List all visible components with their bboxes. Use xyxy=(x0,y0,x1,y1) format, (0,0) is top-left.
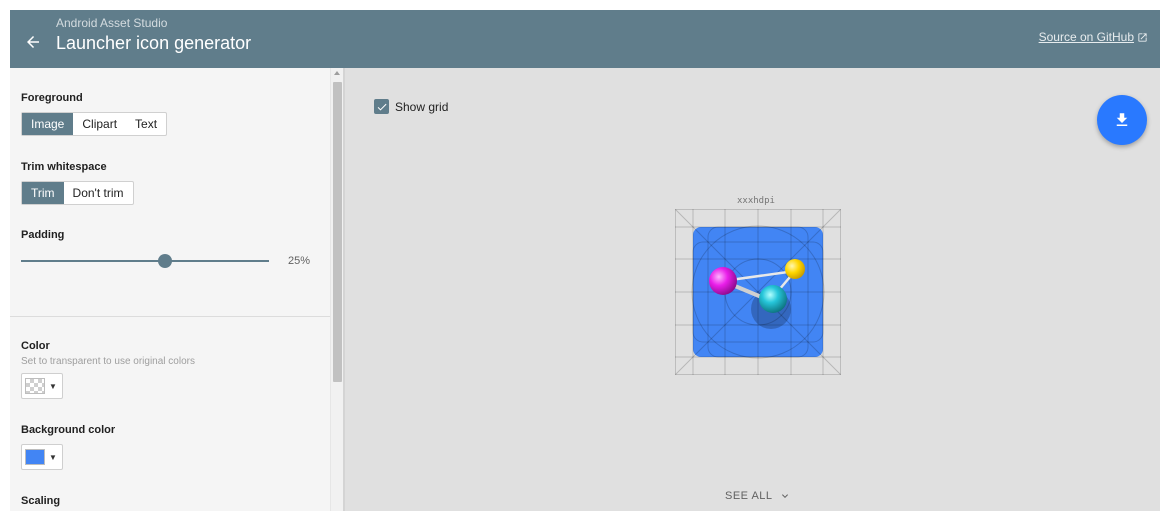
github-link-label[interactable]: Source on GitHub xyxy=(1039,30,1134,44)
github-link[interactable]: Source on GitHub xyxy=(1039,30,1148,44)
keyline-grid xyxy=(675,209,841,375)
see-all-button[interactable]: SEE ALL xyxy=(725,490,791,502)
caret-down-icon: ▼ xyxy=(49,452,57,462)
padding-slider[interactable] xyxy=(21,254,269,268)
chevron-down-icon xyxy=(781,494,788,498)
background-color-swatch xyxy=(25,449,45,465)
external-link-icon xyxy=(1138,32,1147,42)
foreground-label: Foreground xyxy=(21,92,83,104)
scroll-up-arrow-icon[interactable] xyxy=(334,71,340,75)
trim-label: Trim whitespace xyxy=(21,161,107,173)
background-color-label: Background color xyxy=(21,424,116,436)
color-label: Color xyxy=(21,340,50,352)
padding-slider-track xyxy=(21,260,269,262)
magenta-sphere xyxy=(709,267,737,295)
trim-option-dont-trim[interactable]: Don't trim xyxy=(64,182,133,204)
show-grid-label: Show grid xyxy=(395,99,449,114)
density-label: xxxhdpi xyxy=(737,196,775,206)
preview-area: Show grid xxxhdpi SEE ALL xyxy=(345,68,1160,511)
foreground-option-clipart[interactable]: Clipart xyxy=(73,113,126,135)
app-header: Android Asset Studio Launcher icon gener… xyxy=(10,10,1160,68)
see-all-label[interactable]: SEE ALL xyxy=(725,490,773,502)
background-color-picker-button[interactable]: ▼ xyxy=(21,444,63,470)
page-title: Launcher icon generator xyxy=(56,33,252,53)
trim-toggle: Trim Don't trim xyxy=(21,181,134,205)
download-button[interactable] xyxy=(1097,95,1147,145)
check-icon xyxy=(377,103,386,110)
show-grid-checkbox[interactable]: Show grid xyxy=(374,99,448,114)
app-window: Android Asset Studio Launcher icon gener… xyxy=(10,10,1160,511)
app-subtitle: Android Asset Studio xyxy=(56,16,168,30)
transparent-swatch xyxy=(25,378,45,394)
padding-slider-thumb[interactable] xyxy=(157,254,172,268)
trim-option-trim[interactable]: Trim xyxy=(22,182,64,204)
padding-value: 25% xyxy=(288,255,311,267)
foreground-option-image[interactable]: Image xyxy=(22,113,74,135)
cyan-sphere xyxy=(759,285,787,313)
sidebar-scrollbar[interactable] xyxy=(330,68,343,511)
options-sidebar: Foreground Image Clipart Text Trim white… xyxy=(10,68,343,511)
color-picker-button[interactable]: ▼ xyxy=(21,373,63,399)
caret-down-icon: ▼ xyxy=(49,381,57,391)
scrollbar-thumb[interactable] xyxy=(333,82,342,382)
padding-label: Padding xyxy=(21,229,65,241)
checkbox-box[interactable] xyxy=(374,99,389,114)
color-help-text: Set to transparent to use original color… xyxy=(21,356,195,367)
section-divider xyxy=(10,316,343,317)
arrow-left-icon[interactable] xyxy=(24,33,42,51)
foreground-source-toggle: Image Clipart Text xyxy=(21,112,168,136)
launcher-icon-preview xyxy=(675,209,841,375)
download-icon xyxy=(1116,113,1128,126)
foreground-option-text[interactable]: Text xyxy=(126,113,166,135)
scaling-label: Scaling xyxy=(21,495,61,507)
yellow-sphere xyxy=(785,259,805,279)
